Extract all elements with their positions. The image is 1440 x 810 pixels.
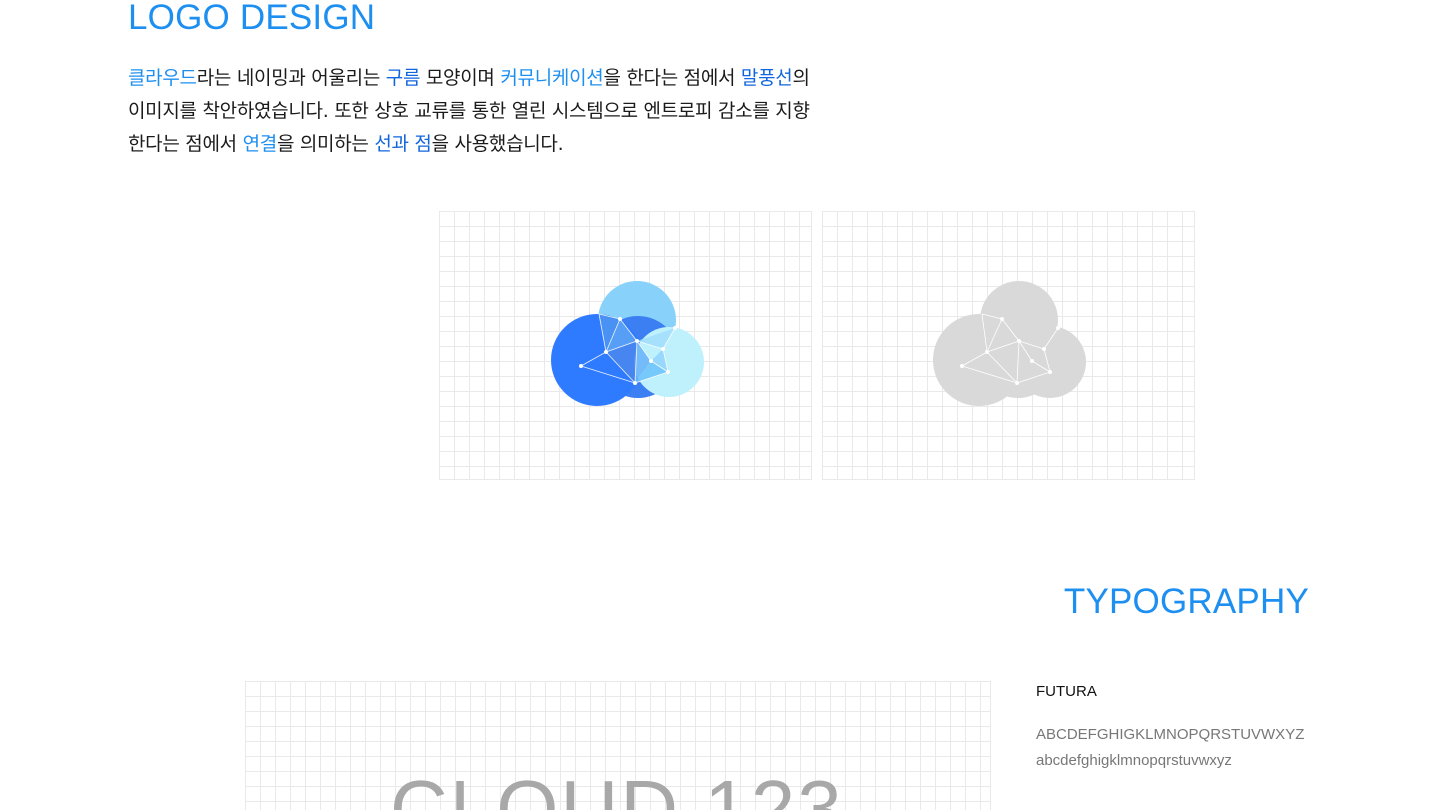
logo-design-title: LOGO DESIGN <box>128 0 376 37</box>
logo-grid-color <box>439 211 812 480</box>
logo-circle-gray <box>980 281 1058 359</box>
logo-circle-sky <box>598 281 676 359</box>
cloud-network-logo-gray-icon <box>933 281 1086 406</box>
logo-circle-blue <box>551 314 643 406</box>
typography-sample-grid: CLOUD 123 <box>245 681 991 810</box>
logo-description: 클라우드라는 네이밍과 어울리는 구름 모양이며 커뮤니케이션을 한다는 점에서… <box>128 62 868 161</box>
logo-facet <box>599 314 620 352</box>
text-segment: 을 한다는 점에서 <box>603 67 741 89</box>
logo-circle-mid <box>597 316 679 398</box>
logo-facet <box>635 361 668 383</box>
logo-circle-gray <box>933 314 1025 406</box>
keyword-speech-bubble: 말풍선 <box>740 67 793 89</box>
logo-facet <box>651 349 668 372</box>
logo-description-line-1: 클라우드라는 네이밍과 어울리는 구름 모양이며 커뮤니케이션을 한다는 점에서… <box>128 62 868 95</box>
typography-sample-text: CLOUD 123 <box>390 764 844 810</box>
logo-circle-gray <box>977 316 1059 398</box>
keyword-cloud-shape: 구름 <box>385 67 421 89</box>
keyword-connection: 연결 <box>242 133 278 155</box>
logo-facet <box>637 328 675 349</box>
text-segment: 라는 네이밍과 어울리는 <box>196 67 386 89</box>
keyword-communication: 커뮤니케이션 <box>500 67 604 89</box>
text-segment: 을 의미하는 <box>276 133 375 155</box>
logo-grid-gray <box>822 211 1195 480</box>
logo-description-line-2: 이미지를 착안하였습니다. 또한 상호 교류를 통한 열린 시스템으로 엔트로피… <box>128 100 810 122</box>
text-segment: 을 사용했습니다. <box>431 133 564 155</box>
typography-title: TYPOGRAPHY <box>1063 582 1309 621</box>
logo-description-line-3: 한다는 점에서 연결을 의미하는 선과 점을 사용했습니다. <box>128 128 868 161</box>
text-segment: 의 <box>792 67 810 89</box>
logo-network-lines-gray <box>961 313 1059 384</box>
keyword-cloud: 클라우드 <box>128 67 197 89</box>
logo-network-dots <box>579 317 677 385</box>
text-segment: 한다는 점에서 <box>128 133 243 155</box>
keyword-lines-and-dots: 선과 점 <box>374 133 432 155</box>
logo-network-dots-gray <box>960 317 1060 385</box>
cloud-network-logo-icon <box>551 281 704 406</box>
logo-facet <box>606 319 637 352</box>
text-segment: 모양이며 <box>420 67 501 89</box>
page: LOGO DESIGN 클라우드라는 네이밍과 어울리는 구름 모양이며 커뮤니… <box>0 0 1440 810</box>
logo-network-lines <box>580 313 676 384</box>
alphabet-uppercase: ABCDEFGHIGKLMNOPQRSTUVWXYZ <box>1036 726 1305 743</box>
logo-circle-aqua <box>634 327 704 397</box>
logo-facet <box>635 341 651 383</box>
logo-circle-gray <box>1014 326 1086 398</box>
logo-facet <box>606 341 637 383</box>
font-name: FUTURA <box>1036 683 1097 700</box>
alphabet-lowercase: abcdefghigklmnopqrstuvwxyz <box>1036 752 1232 769</box>
